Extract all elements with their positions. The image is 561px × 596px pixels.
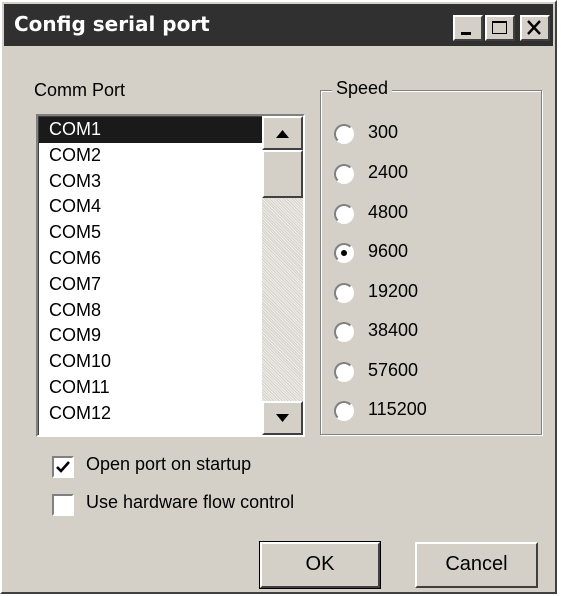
radio-label: 115200 <box>368 399 427 419</box>
radio-circle <box>334 204 354 224</box>
radio-speed-115200[interactable]: 115200 <box>334 397 534 427</box>
list-item-com1[interactable]: COM1 <box>39 117 262 143</box>
list-item-com10[interactable]: COM10 <box>39 349 262 375</box>
radio-speed-300[interactable]: 300 <box>334 120 534 150</box>
scroll-down-button[interactable] <box>262 401 303 435</box>
cancel-button[interactable]: Cancel <box>415 542 538 588</box>
radio-circle <box>334 164 354 184</box>
radio-circle <box>334 322 354 342</box>
ok-button[interactable]: OK <box>259 541 381 589</box>
maximize-button[interactable] <box>485 15 515 41</box>
radio-circle <box>334 362 354 382</box>
maximize-icon <box>492 21 507 34</box>
list-item-com7[interactable]: COM7 <box>39 272 262 298</box>
radio-label: 2400 <box>368 162 409 182</box>
speed-label: Speed <box>332 78 393 99</box>
arrow-up-icon <box>276 130 289 138</box>
radio-speed-2400[interactable]: 2400 <box>334 160 534 190</box>
open-on-startup-checkbox[interactable]: Open port on startup <box>52 454 352 484</box>
radio-circle <box>334 401 354 421</box>
window-title: Config serial port <box>14 12 210 36</box>
radio-speed-38400[interactable]: 38400 <box>334 318 534 348</box>
hardware-flow-label: Use hardware flow control <box>86 492 295 512</box>
hardware-flow-checkbox[interactable]: Use hardware flow control <box>52 492 352 522</box>
minimize-icon <box>461 32 471 35</box>
config-serial-port-dialog: Config serial port Comm Port COM1 COM2 C… <box>0 0 557 594</box>
checkbox-box <box>52 494 74 516</box>
minimize-button[interactable] <box>453 15 483 41</box>
list-item-com5[interactable]: COM5 <box>39 220 262 246</box>
list-item-com9[interactable]: COM9 <box>39 323 262 349</box>
comm-port-label: Comm Port <box>34 80 126 100</box>
comm-port-listbox[interactable]: COM1 COM2 COM3 COM4 COM5 COM6 COM7 COM8 … <box>36 114 305 437</box>
arrow-down-icon <box>276 414 289 422</box>
radio-circle <box>334 283 354 303</box>
list-item-com11[interactable]: COM11 <box>39 375 262 401</box>
close-icon <box>527 20 541 35</box>
radio-selected-dot <box>341 250 347 256</box>
scroll-thumb[interactable] <box>262 150 303 198</box>
radio-label: 4800 <box>368 202 409 222</box>
vertical-scrollbar[interactable] <box>262 116 303 435</box>
checkbox-box <box>52 456 74 478</box>
radio-label: 9600 <box>368 241 409 261</box>
close-button[interactable] <box>520 15 550 41</box>
radio-speed-4800[interactable]: 4800 <box>334 200 534 230</box>
radio-label: 57600 <box>368 360 419 380</box>
radio-label: 38400 <box>368 320 419 340</box>
list-item-com3[interactable]: COM3 <box>39 169 262 195</box>
list-item-com8[interactable]: COM8 <box>39 298 262 324</box>
radio-label: 19200 <box>368 281 419 301</box>
open-on-startup-label: Open port on startup <box>86 454 252 474</box>
radio-speed-57600[interactable]: 57600 <box>334 358 534 388</box>
scroll-up-button[interactable] <box>262 116 303 150</box>
radio-speed-9600[interactable]: 9600 <box>334 239 534 269</box>
radio-label: 300 <box>368 122 399 142</box>
radio-circle <box>334 243 354 263</box>
list-item-com12[interactable]: COM12 <box>39 401 262 427</box>
comm-port-list: COM1 COM2 COM3 COM4 COM5 COM6 COM7 COM8 … <box>38 116 262 435</box>
checkmark-icon <box>56 461 70 473</box>
list-item-com4[interactable]: COM4 <box>39 194 262 220</box>
radio-circle <box>334 124 354 144</box>
title-bar[interactable]: Config serial port <box>4 4 553 46</box>
list-item-com6[interactable]: COM6 <box>39 246 262 272</box>
list-item-com2[interactable]: COM2 <box>39 143 262 169</box>
radio-speed-19200[interactable]: 19200 <box>334 279 534 309</box>
